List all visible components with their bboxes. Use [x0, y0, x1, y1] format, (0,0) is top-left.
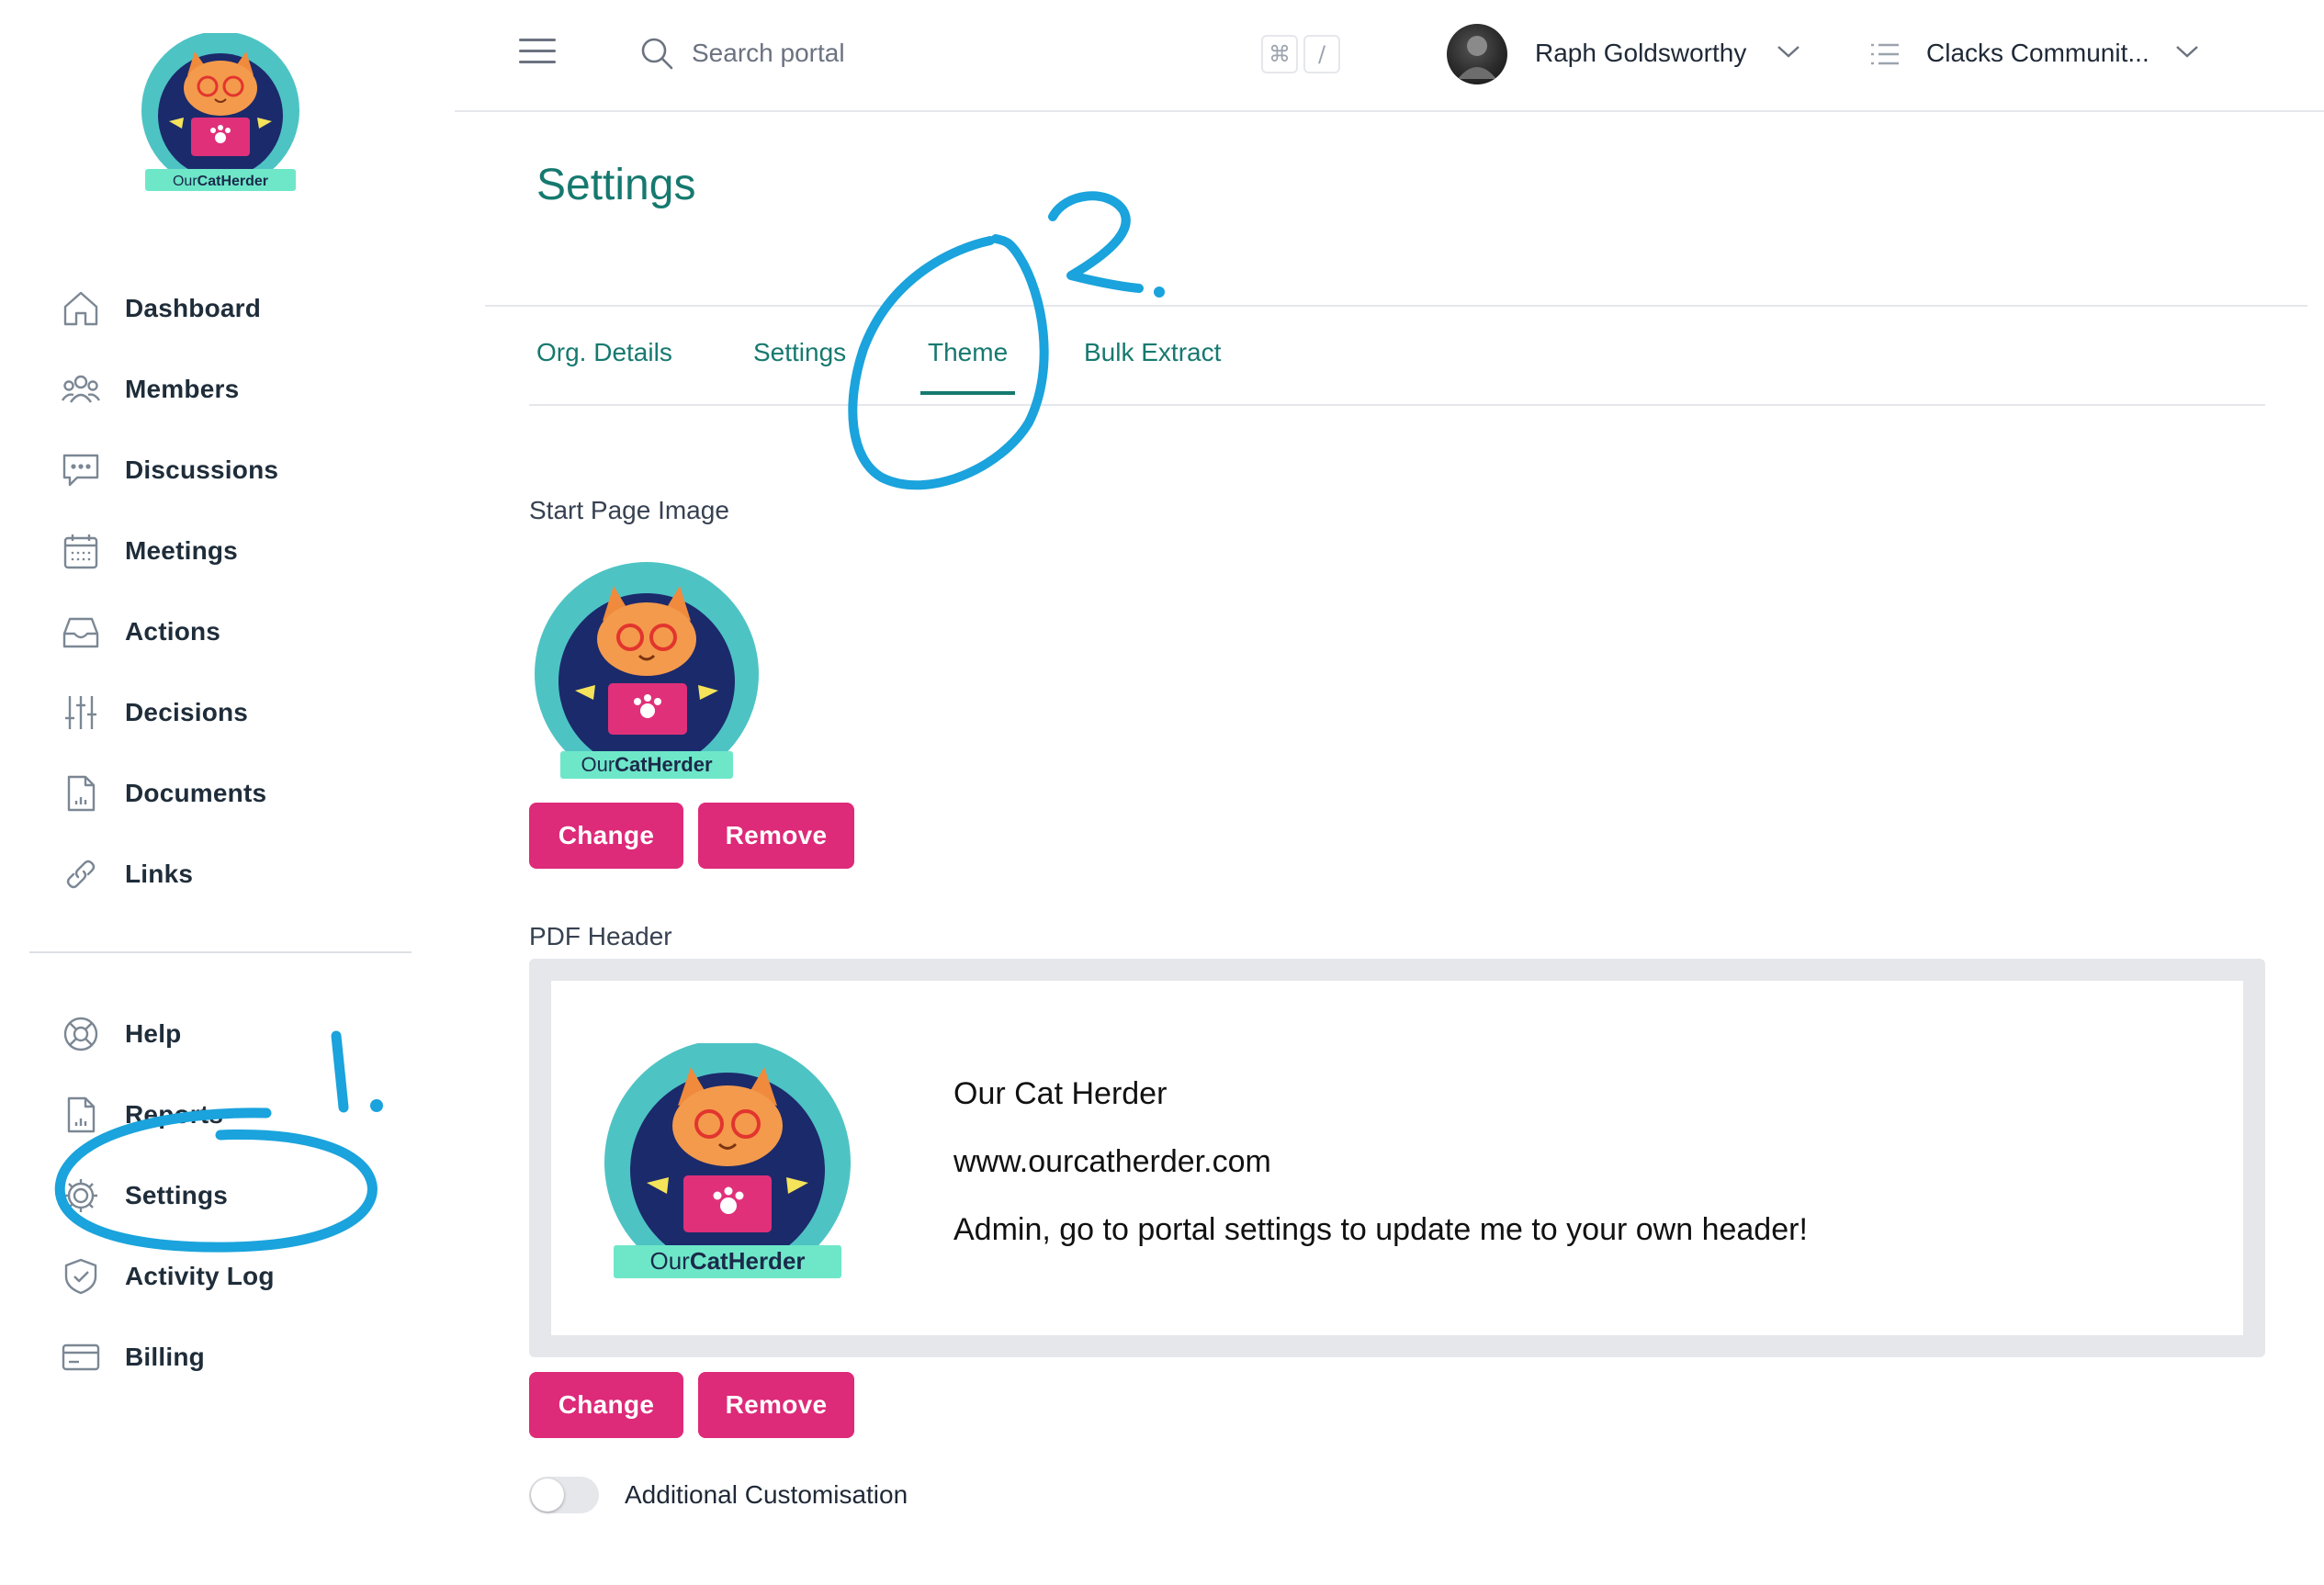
tab-bulk-extract[interactable]: Bulk Extract [1084, 338, 1221, 367]
sidebar-item-label: Discussions [125, 455, 279, 484]
pdf-header-preview: OurCatHerder Our Cat Herder www.ourcathe… [529, 959, 2265, 1357]
change-start-image-button[interactable]: Change [529, 803, 683, 869]
sidebar-item-label: Members [125, 375, 240, 403]
secondary-nav: Help Reports Settings Activity Log Billi… [55, 994, 423, 1398]
search-icon [641, 38, 673, 70]
primary-nav: Dashboard Members Discussions Meetings A… [55, 268, 423, 915]
annotation-mark-2-dot [1154, 287, 1165, 298]
additional-customisation-label: Additional Customisation [625, 1480, 908, 1509]
tab-org-details[interactable]: Org. Details [536, 338, 672, 367]
org-switcher[interactable]: Clacks Communit... [1926, 39, 2149, 68]
sidebar-item-label: Dashboard [125, 294, 262, 322]
page-title: Settings [536, 161, 696, 209]
sidebar-item-label: Actions [125, 617, 221, 646]
chevron-down-icon[interactable] [2174, 42, 2200, 61]
sliders-icon [55, 687, 107, 738]
sidebar-item-decisions[interactable]: Decisions [55, 672, 423, 753]
sidebar-item-label: Reports [125, 1100, 224, 1129]
tab-settings[interactable]: Settings [753, 338, 846, 367]
sidebar: OurCatHerder Dashboard Members Discussio… [0, 0, 441, 1585]
sidebar-item-documents[interactable]: Documents [55, 753, 423, 834]
remove-pdf-header-button[interactable]: Remove [698, 1372, 854, 1438]
sidebar-item-discussions[interactable]: Discussions [55, 430, 423, 511]
sidebar-item-reports[interactable]: Reports [55, 1074, 423, 1155]
logo-text-our: Our [649, 1247, 690, 1275]
logo-text-brand: CatHerder [615, 753, 713, 776]
svg-text:OurCatHerder: OurCatHerder [173, 174, 268, 189]
sidebar-item-settings[interactable]: Settings [55, 1155, 423, 1236]
sidebar-item-label: Documents [125, 779, 267, 807]
sidebar-item-label: Help [125, 1019, 182, 1048]
logo-text-brand: CatHerder [690, 1247, 806, 1275]
users-icon [55, 364, 107, 415]
shortcut-key-slash: / [1303, 35, 1340, 73]
pdf-header-org-name: Our Cat Herder [953, 1076, 1168, 1111]
chevron-down-icon[interactable] [1776, 42, 1801, 61]
shortcut-key-command: ⌘ [1261, 35, 1298, 73]
logo-text-our: Our [581, 753, 615, 776]
sidebar-item-label: Meetings [125, 536, 238, 565]
pdf-header-page: OurCatHerder Our Cat Herder www.ourcathe… [551, 981, 2243, 1335]
sidebar-item-label: Decisions [125, 698, 249, 726]
settings-tabs: Org. Details Settings Theme Bulk Extract [529, 334, 2265, 406]
shield-icon [55, 1251, 107, 1302]
pdf-header-website: www.ourcatherder.com [953, 1144, 1271, 1179]
sidebar-item-help[interactable]: Help [55, 994, 423, 1074]
pdf-header-note: Admin, go to portal settings to update m… [953, 1212, 1808, 1247]
sidebar-item-billing[interactable]: Billing [55, 1317, 423, 1398]
document-icon [55, 768, 107, 819]
sidebar-item-dashboard[interactable]: Dashboard [55, 268, 423, 349]
chat-icon [55, 444, 107, 496]
sidebar-item-actions[interactable]: Actions [55, 591, 423, 672]
sidebar-item-activity-log[interactable]: Activity Log [55, 1236, 423, 1317]
ourcatherder-logo[interactable]: OurCatHerder [136, 33, 305, 191]
menu-icon[interactable] [519, 39, 556, 66]
link-icon [55, 849, 107, 900]
sidebar-item-label: Billing [125, 1343, 205, 1371]
sidebar-item-label: Links [125, 860, 194, 888]
remove-start-image-button[interactable]: Remove [698, 803, 854, 869]
pdf-header-logo: OurCatHerder [604, 1043, 851, 1278]
list-icon [1871, 43, 1899, 65]
start-page-image-label: Start Page Image [529, 496, 729, 524]
additional-customisation-toggle[interactable] [529, 1477, 599, 1513]
title-divider [485, 305, 2307, 307]
report-icon [55, 1089, 107, 1141]
sidebar-item-meetings[interactable]: Meetings [55, 511, 423, 591]
home-icon [55, 283, 107, 334]
credit-card-icon [55, 1332, 107, 1383]
start-page-image: OurCatHerder [535, 562, 759, 779]
svg-text:OurCatHerder: OurCatHerder [649, 1247, 805, 1275]
search-input[interactable] [692, 33, 1206, 73]
sidebar-item-label: Settings [125, 1181, 229, 1209]
annotation-mark-2-stroke [1048, 191, 1144, 293]
logo-text-brand: CatHerder [197, 174, 268, 189]
logo-text-our: Our [173, 174, 197, 189]
inbox-icon [55, 606, 107, 658]
avatar[interactable] [1447, 24, 1507, 84]
sidebar-item-links[interactable]: Links [55, 834, 423, 915]
sidebar-item-members[interactable]: Members [55, 349, 423, 430]
svg-text:OurCatHerder: OurCatHerder [581, 753, 712, 776]
user-name[interactable]: Raph Goldsworthy [1535, 39, 1746, 68]
top-bar: ⌘ / Raph Goldsworthy Clacks Communit... [455, 0, 2324, 112]
lifebuoy-icon [55, 1008, 107, 1060]
tab-theme[interactable]: Theme [919, 338, 1016, 395]
sidebar-item-label: Activity Log [125, 1262, 275, 1290]
calendar-icon [55, 525, 107, 577]
toggle-knob [531, 1478, 564, 1512]
pdf-header-label: PDF Header [529, 922, 672, 950]
sidebar-divider [29, 951, 412, 953]
change-pdf-header-button[interactable]: Change [529, 1372, 683, 1438]
gear-icon [55, 1170, 107, 1221]
